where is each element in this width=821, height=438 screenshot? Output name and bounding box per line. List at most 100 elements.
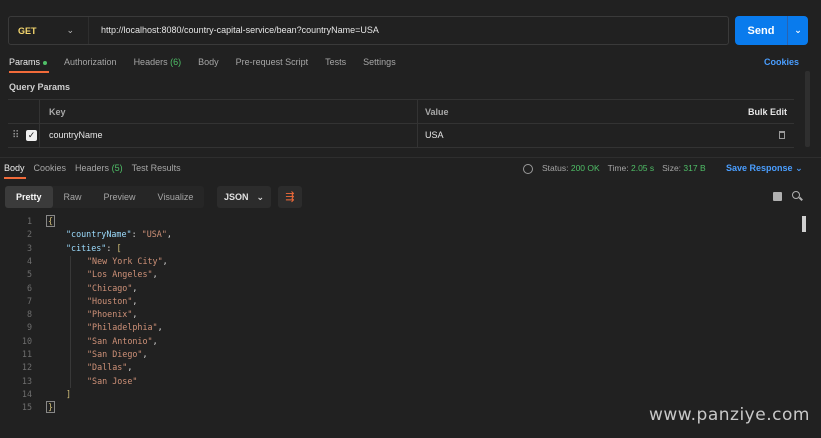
code-line: "Chicago", [87, 282, 138, 293]
line-number: 12 [21, 362, 32, 373]
header-cell-handle [8, 100, 40, 123]
response-status: Status: 200 OK Time: 2.05 s Size: 317 B [542, 163, 706, 173]
code-line: "San Antonio", [87, 335, 158, 346]
format-select[interactable]: JSON ⌄ [217, 186, 271, 208]
request-tabs: Params Authorization Headers (6) Body Pr… [9, 57, 396, 67]
code-line: "Dallas", [87, 362, 133, 373]
json-value: "New York City" [87, 255, 163, 266]
query-params-title: Query Params [9, 82, 71, 92]
header-cell-key: Key [40, 100, 418, 123]
json-value: "Los Angeles" [87, 269, 153, 280]
code-line: } [46, 401, 56, 414]
json-value: "USA" [141, 229, 167, 240]
globe-icon[interactable] [523, 164, 533, 174]
method-select[interactable]: GET ⌄ [9, 17, 89, 44]
bulk-edit-button[interactable]: Bulk Edit [748, 107, 787, 117]
tab-headers[interactable]: Headers (6) [134, 57, 182, 67]
url-input[interactable]: http://localhost:8080/country-capital-se… [101, 25, 379, 35]
resp-tab-body[interactable]: Body [4, 163, 25, 173]
status-info[interactable]: Status: 200 OK [542, 163, 600, 173]
request-url-bar: GET ⌄ http://localhost:8080/country-capi… [8, 16, 729, 45]
line-number: 2 [26, 229, 32, 240]
params-active-dot [43, 60, 48, 65]
code-line: "cities": [ [66, 242, 122, 253]
params-header-row: Key Value Bulk Edit [8, 100, 794, 124]
json-value: "Dallas" [87, 362, 128, 373]
code-line: "San Diego", [87, 349, 148, 359]
line-number: 5 [26, 269, 32, 280]
value-header: Value [425, 107, 449, 117]
active-tab-indicator [9, 71, 49, 73]
method-label: GET [18, 25, 37, 36]
json-value: "Houston" [87, 295, 133, 306]
resp-tab-headers-label: Headers [75, 163, 110, 173]
json-value: "Philadelphia" [87, 322, 158, 333]
view-raw[interactable]: Raw [53, 186, 93, 208]
tab-params[interactable]: Params [9, 57, 48, 67]
code-line: ] [66, 388, 72, 399]
wrap-lines-icon[interactable]: ⇶ [278, 186, 302, 208]
tab-body[interactable]: Body [198, 57, 219, 67]
json-value: "San Diego" [87, 349, 143, 359]
line-number: 11 [21, 349, 32, 359]
chevron-down-icon[interactable]: ⌄ [788, 25, 808, 36]
view-mode-group: Pretty Raw Preview Visualize [5, 186, 205, 208]
param-value[interactable]: USA [425, 130, 444, 140]
param-checkbox[interactable]: ✓ [26, 130, 37, 141]
save-response-button[interactable]: Save Response ⌄ [726, 163, 803, 174]
line-number: 9 [26, 322, 32, 333]
code-line: "Los Angeles", [87, 269, 158, 280]
response-divider [0, 157, 821, 158]
chevron-down-icon: ⌄ [795, 163, 803, 173]
tab-authorization[interactable]: Authorization [64, 57, 117, 67]
resp-tab-headers[interactable]: Headers (5) [75, 163, 123, 173]
code-line: "countryName": "USA", [66, 229, 172, 240]
line-number: 15 [21, 402, 32, 413]
json-value: "San Jose" [87, 375, 138, 386]
size-label: Size: [662, 163, 682, 173]
key-header: Key [49, 107, 66, 117]
code-line: "Philadelphia", [87, 322, 163, 333]
tab-tests[interactable]: Tests [325, 57, 346, 67]
response-tabs: Body Cookies Headers (5) Test Results [4, 163, 181, 173]
line-number: 7 [26, 295, 32, 306]
time-value: 2.05 s [630, 163, 655, 173]
size-value: 317 B [683, 163, 706, 173]
chevron-down-icon: ⌄ [66, 25, 75, 35]
view-pretty[interactable]: Pretty [5, 186, 53, 208]
tab-headers-label: Headers [133, 57, 168, 67]
copy-icon[interactable] [773, 192, 782, 201]
param-key[interactable]: countryName [49, 130, 103, 140]
cookies-link[interactable]: Cookies [764, 57, 799, 67]
line-number: 4 [26, 255, 32, 266]
indent-guide [70, 256, 71, 388]
trash-icon[interactable] [779, 131, 785, 139]
search-icon[interactable] [792, 191, 800, 199]
code-line: { [46, 215, 56, 227]
code-scrollbar[interactable] [802, 216, 806, 232]
row-key-cell: countryName [40, 124, 418, 147]
line-number: 3 [26, 242, 32, 253]
json-value: "Chicago" [87, 282, 133, 293]
view-preview[interactable]: Preview [93, 186, 147, 208]
view-visualize[interactable]: Visualize [147, 186, 205, 208]
json-key: "countryName" [66, 229, 132, 240]
tab-pre-request-script[interactable]: Pre-request Script [236, 57, 309, 67]
json-value: "San Antonio" [87, 335, 153, 346]
resp-tab-test-results[interactable]: Test Results [132, 163, 181, 173]
tab-settings[interactable]: Settings [363, 57, 396, 67]
code-line: "New York City", [87, 255, 168, 266]
time-info[interactable]: Time: 2.05 s [608, 163, 654, 173]
line-number: 1 [26, 216, 32, 226]
row-handle-cell: ⠿ ✓ [8, 124, 40, 147]
headers-count: (6) [170, 57, 182, 67]
params-scrollbar[interactable] [805, 71, 810, 147]
tab-params-label: Params [9, 57, 41, 67]
drag-handle-icon[interactable]: ⠿ [12, 130, 19, 141]
send-button[interactable]: Send ⌄ [735, 16, 808, 45]
size-info[interactable]: Size: 317 B [662, 163, 706, 173]
watermark: www.panziye.com [649, 405, 810, 425]
line-number: 8 [26, 309, 32, 320]
resp-tab-cookies[interactable]: Cookies [34, 163, 67, 173]
chevron-down-icon: ⌄ [256, 191, 265, 202]
